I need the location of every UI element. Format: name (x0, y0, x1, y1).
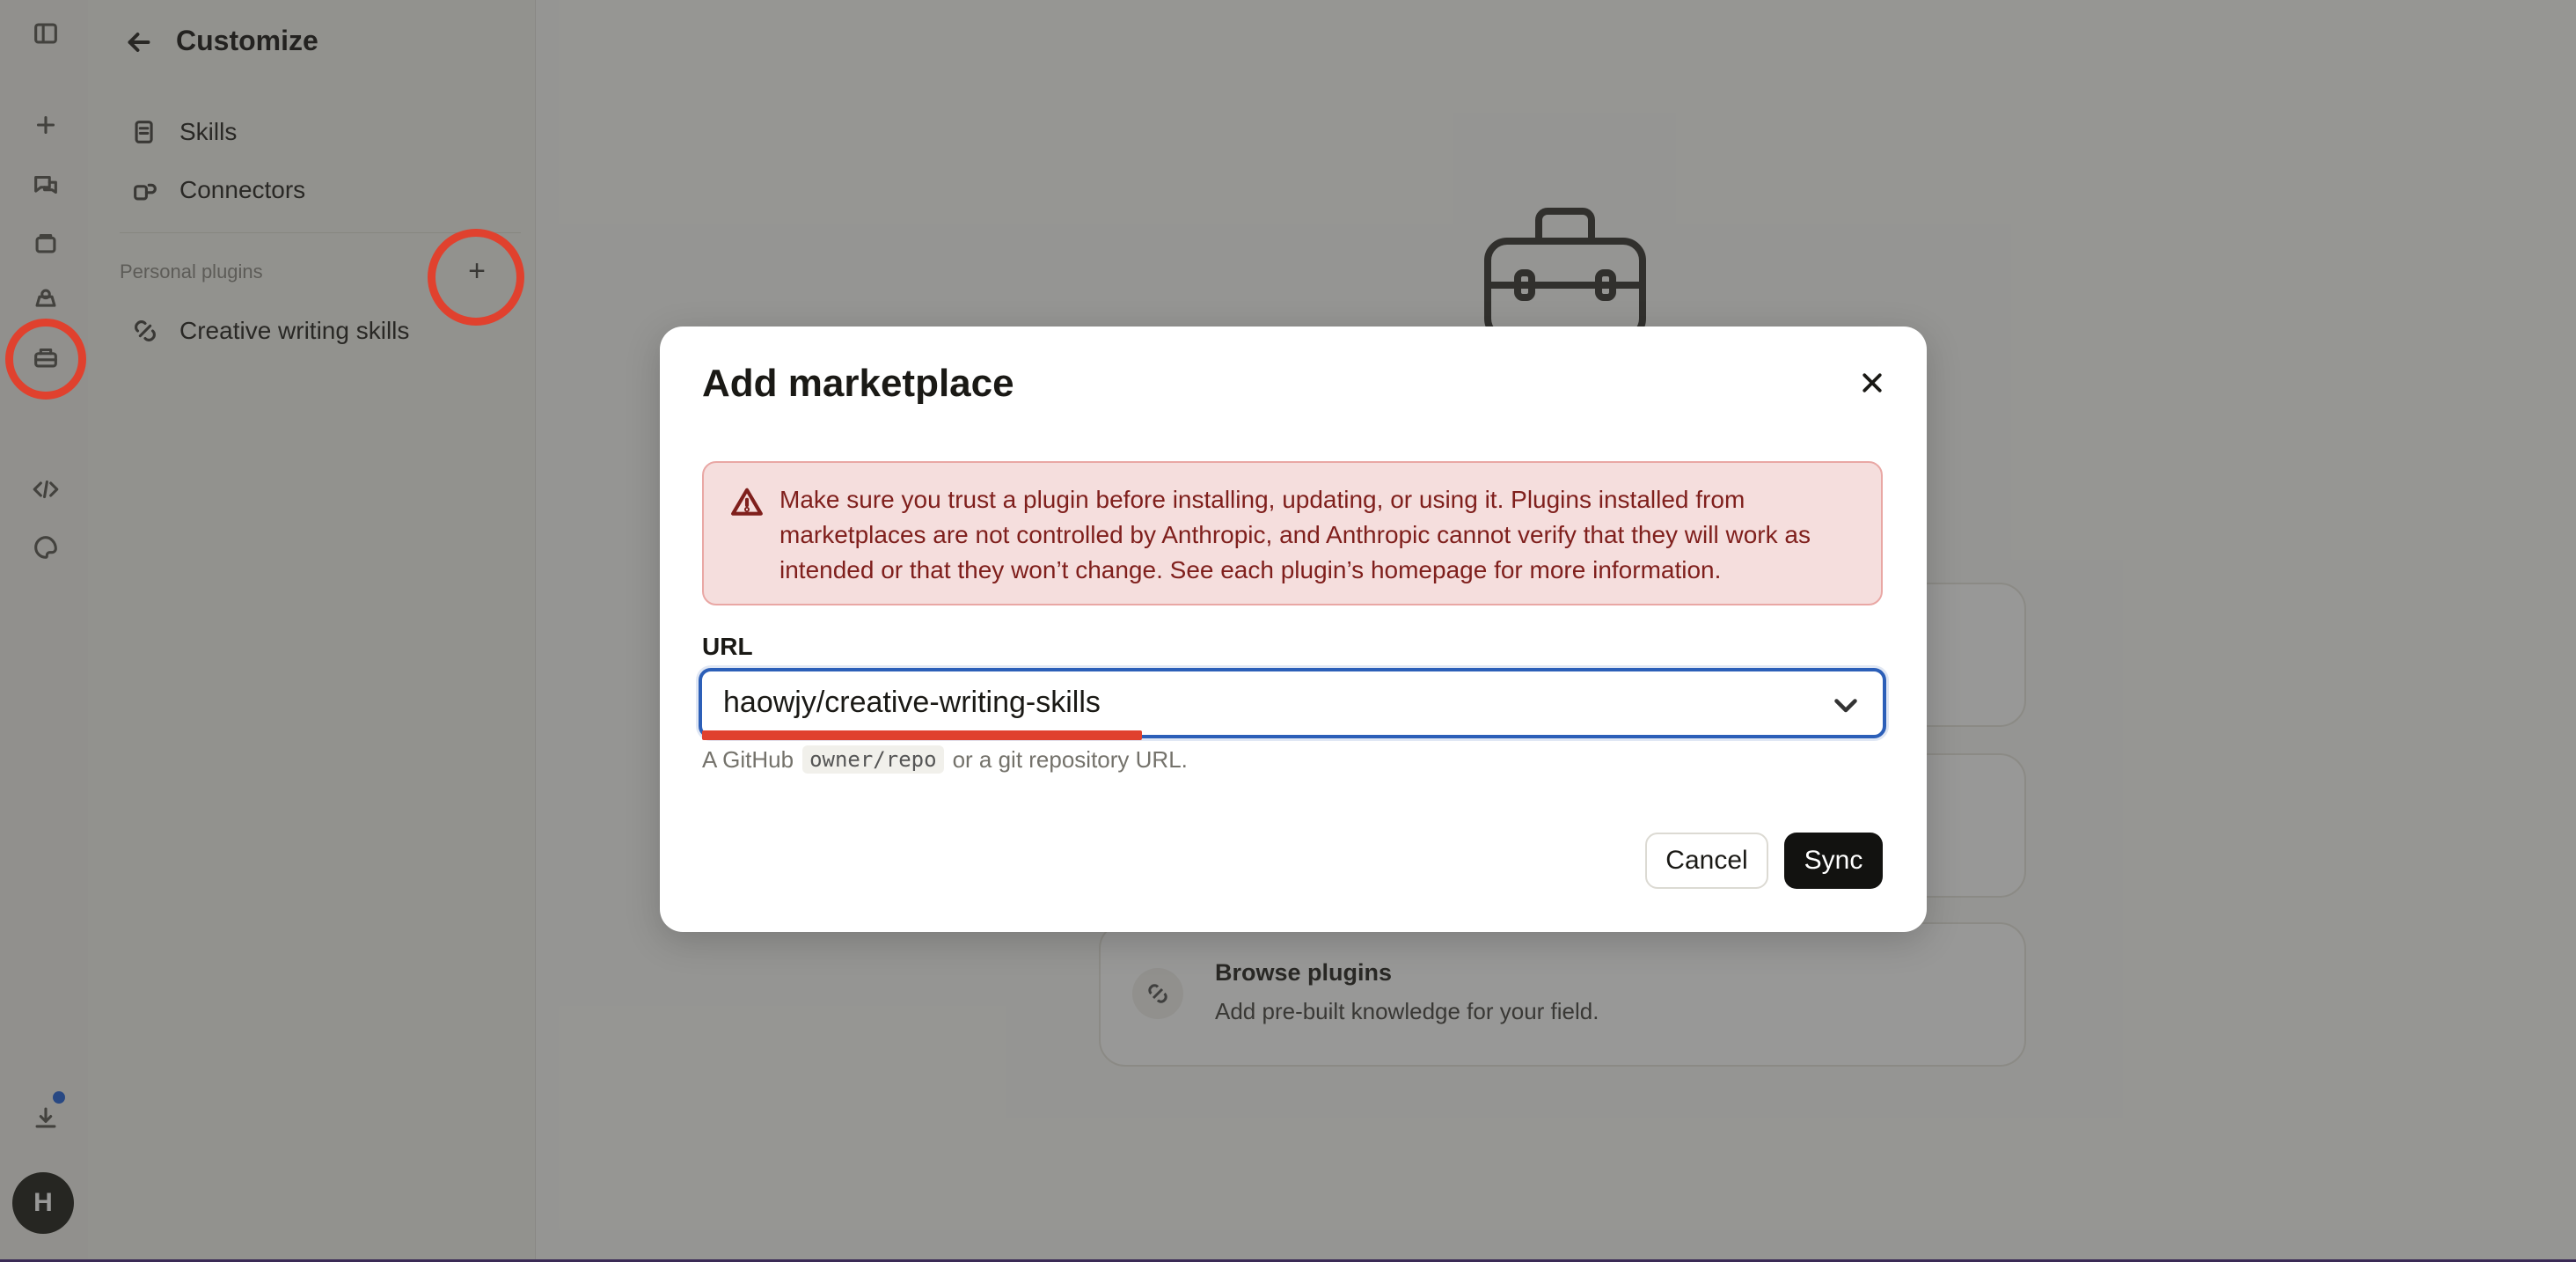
dialog-title: Add marketplace (702, 362, 1014, 405)
sync-button[interactable]: Sync (1784, 833, 1883, 889)
hint-suffix: or a git repository URL. (952, 745, 1188, 773)
warning-icon (730, 486, 764, 524)
add-marketplace-dialog: Add marketplace Make sure you trust a pl… (660, 327, 1927, 932)
annotation-circle (5, 319, 86, 400)
url-label: URL (702, 633, 753, 660)
cancel-button[interactable]: Cancel (1645, 833, 1768, 889)
chevron-down-icon[interactable] (1830, 689, 1862, 725)
warning-banner: Make sure you trust a plugin before inst… (702, 461, 1883, 605)
url-input[interactable]: haowjy/creative-writing-skills (699, 668, 1886, 738)
close-button[interactable] (1855, 365, 1890, 400)
warning-text: Make sure you trust a plugin before inst… (779, 486, 1811, 583)
annotation-circle (428, 229, 524, 326)
close-icon (1862, 373, 1882, 393)
annotation-underline (702, 730, 1142, 740)
hint-prefix: A GitHub (702, 745, 794, 773)
hint-code: owner/repo (802, 745, 944, 774)
url-input-value[interactable]: haowjy/creative-writing-skills (723, 686, 1101, 720)
url-hint: A GitHub owner/repo or a git repository … (702, 745, 1188, 774)
